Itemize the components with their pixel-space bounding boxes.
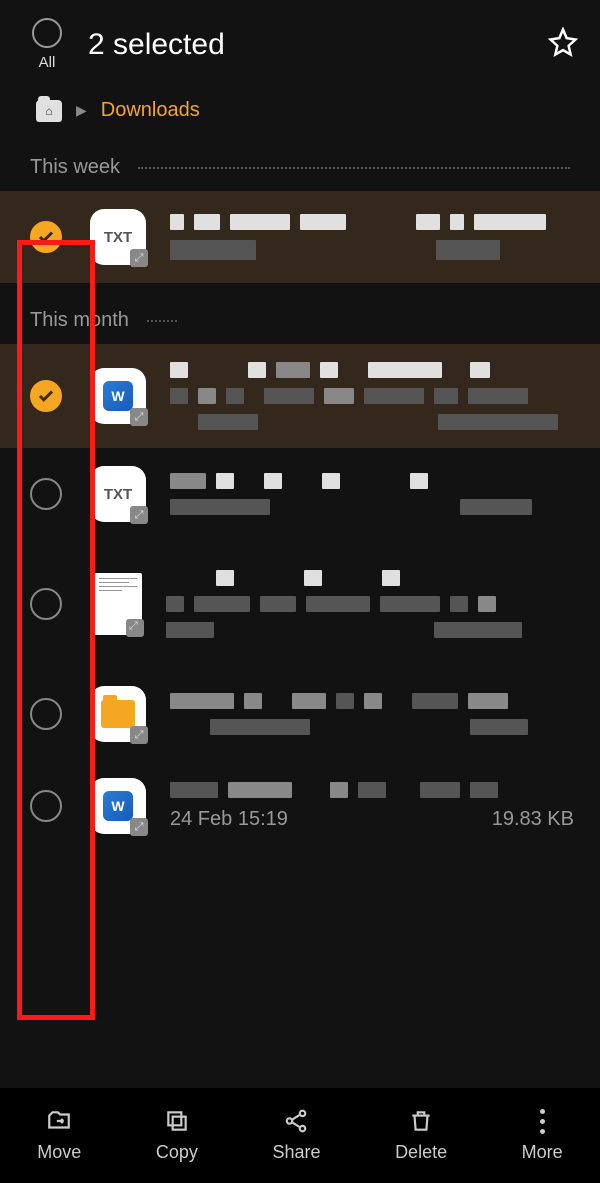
file-thumbnail-txt[interactable]: TXT [90,209,146,265]
file-row[interactable]: W [0,344,600,448]
file-info [170,473,578,515]
selection-checkbox[interactable] [30,221,62,253]
selection-checkbox[interactable] [30,698,62,730]
file-row[interactable] [0,540,600,668]
selection-checkbox[interactable] [30,790,62,822]
breadcrumb[interactable]: ⌂ ▶ Downloads [0,79,600,142]
file-info [166,570,578,638]
file-thumbnail-word[interactable]: W [90,778,146,834]
selection-header: All 2 selected [0,0,600,79]
section-this-week: This week [0,142,600,191]
more-icon [540,1109,545,1134]
favorite-button[interactable] [548,27,578,62]
file-thumbnail-txt[interactable]: TXT [90,466,146,522]
file-thumbnail-document[interactable] [94,573,142,635]
file-size: 19.83 KB [492,808,574,831]
share-button[interactable]: Share [272,1108,320,1163]
selection-checkbox[interactable] [30,478,62,510]
delete-button[interactable]: Delete [395,1108,447,1163]
file-row[interactable]: TXT [0,448,600,540]
chevron-right-icon: ▶ [76,102,87,119]
file-row[interactable] [0,668,600,760]
file-date: 24 Feb 15:19 [170,808,288,831]
file-info [170,693,578,735]
select-all[interactable]: All [32,18,62,71]
home-icon[interactable]: ⌂ [36,100,62,122]
selection-count-title: 2 selected [88,28,548,62]
breadcrumb-current[interactable]: Downloads [101,99,200,122]
select-all-circle[interactable] [32,18,62,48]
section-this-month: This month [0,283,600,344]
copy-button[interactable]: Copy [156,1108,198,1163]
file-row[interactable]: W 24 Feb 15:19 19.83 KB [0,760,600,852]
action-bar: Move Copy Share Delete More [0,1088,600,1183]
file-row[interactable]: TXT [0,191,600,283]
selection-checkbox[interactable] [30,588,62,620]
select-all-label: All [39,54,56,71]
file-thumbnail-word[interactable]: W [90,368,146,424]
file-info [170,214,578,260]
selection-checkbox[interactable] [30,380,62,412]
file-thumbnail-archive[interactable] [90,686,146,742]
move-button[interactable]: Move [37,1108,81,1163]
more-button[interactable]: More [522,1109,563,1163]
file-info [170,362,578,430]
file-info: 24 Feb 15:19 19.83 KB [170,782,578,831]
